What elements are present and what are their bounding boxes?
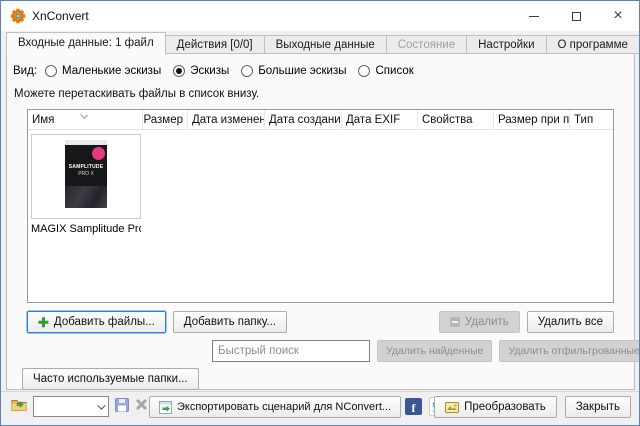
facebook-icon: f (412, 402, 416, 415)
clear-preset-button[interactable] (135, 398, 148, 411)
column-header-date-modified[interactable]: Дата изменения (188, 110, 265, 129)
search-row: Удалить найденные Удалить отфильтрованны… (212, 340, 640, 362)
window-title: XnConvert (32, 1, 89, 31)
radio-icon (241, 65, 253, 77)
drag-drop-hint: Можете перетаскивать файлы в список вниз… (14, 88, 259, 100)
input-files-panel: Вид: Маленькие эскизы Эскизы Большие эск… (6, 53, 635, 390)
sort-chevron-icon (81, 112, 87, 118)
tab-status: Состояние (387, 35, 467, 54)
gray-x-icon (135, 398, 148, 411)
maximize-button[interactable] (555, 1, 597, 31)
tab-actions[interactable]: Действия [0/0] (166, 35, 265, 54)
remove-filtered-button: Удалить отфильтрованные (499, 340, 640, 362)
column-header-date-exif[interactable]: Дата EXIF (342, 110, 418, 129)
floppy-icon (115, 398, 129, 412)
boxart-subtitle: PRO X (65, 171, 107, 177)
column-header-date-created[interactable]: Дата создания (265, 110, 342, 129)
column-header-size[interactable]: Размер (143, 110, 188, 129)
titlebar: XnConvert × (1, 1, 639, 31)
file-list-item[interactable]: SAMPLITUDE PRO X MAGIX Samplitude Pro. (31, 134, 141, 235)
remove-all-button[interactable]: Удалить все (527, 311, 614, 333)
preset-combobox[interactable] (33, 396, 109, 417)
open-folder-icon (11, 397, 30, 413)
tab-output[interactable]: Выходные данные (265, 35, 387, 54)
remove-button: Удалить (439, 311, 520, 333)
add-files-button[interactable]: ✚ Добавить файлы... (27, 311, 166, 333)
pink-badge-icon (92, 147, 105, 160)
file-caption: MAGIX Samplitude Pro. (31, 223, 141, 235)
chevron-down-icon (97, 401, 105, 409)
boxart-photo-strip (65, 186, 107, 208)
close-app-button[interactable]: Закрыть (565, 396, 631, 418)
remove-label: Удалить (465, 316, 509, 328)
remove-found-button: Удалить найденные (377, 340, 492, 362)
tab-bar: Входные данные: 1 файл Действия [0/0] Вы… (6, 32, 640, 54)
column-header-print-size[interactable]: Размер при печа (494, 110, 570, 129)
file-table-header: Имя Размер Дата изменения Дата создания … (28, 110, 613, 130)
radio-checked-icon (173, 65, 185, 77)
remove-filtered-label: Удалить отфильтрованные (508, 345, 639, 357)
radio-label: Большие эскизы (258, 65, 346, 77)
radio-small-thumbnails[interactable]: Маленькие эскизы (45, 65, 161, 77)
add-files-label: Добавить файлы... (54, 316, 155, 328)
radio-icon (45, 65, 57, 77)
frequent-folders-button[interactable]: Часто используемые папки... (22, 368, 199, 390)
radio-label: Список (375, 65, 413, 77)
tab-settings[interactable]: Настройки (467, 35, 546, 54)
radio-large-thumbnails[interactable]: Большие эскизы (241, 65, 346, 77)
boxart-title: SAMPLITUDE (65, 164, 107, 170)
export-script-button[interactable]: Экспортировать сценарий для NConvert... (149, 396, 401, 418)
maximize-icon (572, 12, 581, 21)
column-header-properties[interactable]: Свойства (418, 110, 494, 129)
xnconvert-window: XnConvert × Входные данные: 1 файл Дейст… (0, 0, 640, 426)
radio-list[interactable]: Список (358, 65, 413, 77)
minimize-icon (529, 16, 539, 17)
frequent-folders-label: Часто используемые папки... (33, 373, 188, 385)
add-folder-button[interactable]: Добавить папку... (173, 311, 287, 333)
file-thumbnail: SAMPLITUDE PRO X (31, 134, 141, 219)
export-script-label: Экспортировать сценарий для NConvert... (177, 401, 391, 413)
boxart-top-edge (65, 140, 107, 145)
tab-input-files[interactable]: Входные данные: 1 файл (6, 32, 166, 54)
plus-icon: ✚ (38, 316, 49, 329)
convert-button[interactable]: Преобразовать (434, 396, 557, 418)
list-buttons-row: ✚ Добавить файлы... Добавить папку... Уд… (27, 311, 614, 333)
quick-search-input[interactable] (212, 340, 370, 362)
file-table: Имя Размер Дата изменения Дата создания … (27, 109, 614, 303)
remove-all-label: Удалить все (538, 316, 603, 328)
footer-toolbar: Экспортировать сценарий для NConvert... … (1, 391, 639, 426)
close-icon: × (613, 8, 622, 24)
view-mode-row: Вид: Маленькие эскизы Эскизы Большие эск… (13, 63, 426, 79)
footer-right-buttons: Преобразовать Закрыть (434, 396, 631, 418)
radio-label: Эскизы (190, 65, 229, 77)
app-logo-icon (10, 8, 26, 24)
radio-label: Маленькие эскизы (62, 65, 161, 77)
save-preset-button[interactable] (115, 398, 129, 415)
export-script-icon (159, 401, 172, 414)
minimize-button[interactable] (513, 1, 555, 31)
boxart-image: SAMPLITUDE PRO X (65, 140, 107, 208)
close-app-label: Закрыть (576, 401, 620, 413)
view-label: Вид: (13, 65, 37, 77)
facebook-button[interactable]: f (405, 398, 422, 415)
column-header-type[interactable]: Тип (570, 110, 613, 129)
open-preset-folder-button[interactable] (10, 397, 30, 415)
remove-found-label: Удалить найденные (386, 345, 483, 357)
tab-about[interactable]: О программе (547, 35, 640, 54)
close-button[interactable]: × (597, 1, 639, 31)
minus-icon (450, 317, 460, 327)
convert-icon (445, 401, 459, 414)
add-folder-label: Добавить папку... (184, 316, 276, 328)
radio-icon (358, 65, 370, 77)
convert-label: Преобразовать (464, 401, 546, 413)
window-controls: × (513, 1, 639, 31)
radio-thumbnails[interactable]: Эскизы (173, 65, 229, 77)
